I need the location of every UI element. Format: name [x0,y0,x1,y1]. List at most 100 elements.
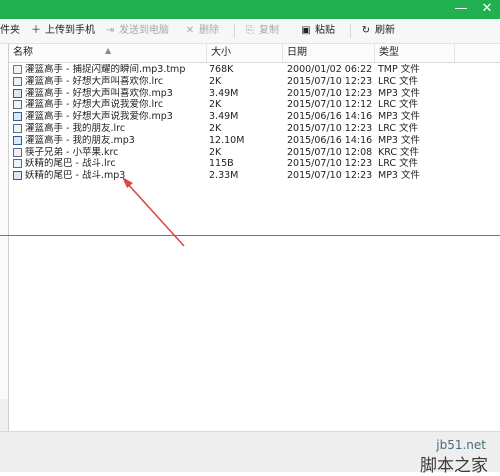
file-type: LRC 文件 [378,122,419,134]
plus-icon: ＋ [31,25,41,36]
close-icon: ✕ [481,1,493,16]
file-date: 2000/01/02 06:22 [287,64,373,75]
table-row[interactable]: 灌篮高手 - 好想大声叫喜欢你.lrc 2K 2015/07/10 12:23 … [9,76,500,88]
column-header-type[interactable]: 类型 [375,44,455,62]
column-header-name[interactable]: 名称 ▲ [9,44,207,62]
file-name: 妖精的尾巴 - 战斗.lrc [25,158,116,170]
file-name: 灌篮高手 - 捕捉闪耀的瞬间.mp3.tmp [25,64,186,75]
table-row[interactable]: 妖精的尾巴 - 战斗.lrc 115B 2015/07/10 12:23 LRC… [9,158,500,170]
table-row[interactable]: 筷子兄弟 - 小苹果.krc 2K 2015/07/10 12:08 KRC 文… [9,147,500,159]
file-icon [13,159,22,169]
paste-icon: ▣ [301,25,311,36]
delete-label: 删除 [199,25,219,36]
file-type: LRC 文件 [378,75,419,87]
file-size: 2K [209,99,222,111]
table-row[interactable]: 妖精的尾巴 - 战斗.mp3 2.33M 2015/07/10 12:23 MP… [9,170,500,182]
file-size: 12.10M [209,134,245,146]
delete-button[interactable]: ✕ 删除 [184,23,219,39]
minimize-button[interactable]: — [452,1,470,17]
file-type: LRC 文件 [378,99,419,111]
file-type: MP3 文件 [378,170,420,182]
file-name: 灌篮高手 - 我的朋友.lrc [25,122,126,134]
file-type: TMP 文件 [378,64,420,75]
file-icon [13,88,22,98]
column-header-date-label: 日期 [287,47,307,58]
file-name: 妖精的尾巴 - 战斗.mp3 [25,170,126,182]
folder-button[interactable]: 件夹 [0,23,20,39]
paste-label: 粘贴 [315,25,335,36]
file-name: 灌篮高手 - 我的朋友.mp3 [25,134,135,146]
file-icon [13,100,22,110]
copy-label: 复制 [259,25,279,36]
close-button[interactable]: ✕ [478,1,496,17]
toolbar-divider [350,24,351,38]
send-icon: ⇥ [105,25,115,36]
table-row[interactable]: 灌篮高手 - 捕捉闪耀的瞬间.mp3.tmp 768K 2000/01/02 0… [9,64,500,76]
column-header-type-label: 类型 [379,47,399,58]
file-date: 2015/07/10 12:23 [287,87,373,99]
file-icon [13,147,22,157]
file-date: 2015/07/10 12:23 [287,75,373,87]
file-icon [13,135,22,145]
minimize-icon: — [454,1,468,16]
file-rows: 灌篮高手 - 捕捉闪耀的瞬间.mp3.tmp 768K 2000/01/02 0… [9,64,500,182]
toolbar-divider [234,24,235,38]
column-header-name-label: 名称 [13,47,33,58]
file-type: KRC 文件 [378,146,420,158]
file-size: 3.49M [209,87,239,99]
refresh-button[interactable]: ↻ 刷新 [360,23,395,39]
send-to-pc-label: 发送到电脑 [119,25,169,36]
table-row[interactable]: 灌篮高手 - 好想大声说我爱你.lrc 2K 2015/07/10 12:12 … [9,99,500,111]
file-icon [13,123,22,133]
sort-up-icon: ▲ [105,46,112,55]
file-size: 115B [209,158,234,170]
file-size: 3.49M [209,111,239,123]
file-icon [13,171,22,181]
title-bar: — ✕ [0,0,500,19]
file-date: 2015/07/10 12:08 [287,146,373,158]
upload-to-phone-label: 上传到手机 [45,25,95,36]
file-type: MP3 文件 [378,111,420,123]
refresh-label: 刷新 [375,25,395,36]
folder-button-label: 件夹 [0,25,20,36]
watermark-brand: 脚本之家 [420,456,488,476]
copy-icon: ⎘ [246,25,254,36]
table-row[interactable]: 灌篮高手 - 好想大声叫喜欢你.mp3 3.49M 2015/07/10 12:… [9,88,500,100]
file-name: 筷子兄弟 - 小苹果.krc [25,146,119,158]
column-header-date[interactable]: 日期 [283,44,375,62]
file-icon [13,76,22,86]
paste-button[interactable]: ▣ 粘贴 [300,23,335,39]
file-size: 2K [209,75,222,87]
file-date: 2015/07/10 12:23 [287,170,373,182]
file-type: MP3 文件 [378,134,420,146]
file-size: 2K [209,122,222,134]
file-type: MP3 文件 [378,87,420,99]
file-date: 2015/06/16 14:16 [287,134,373,146]
file-icon [13,112,22,122]
upload-to-phone-button[interactable]: ＋ 上传到手机 [30,23,95,39]
file-name: 灌篮高手 - 好想大声说我爱你.lrc [25,99,164,111]
column-header-size-label: 大小 [211,47,231,58]
table-row[interactable]: 灌篮高手 - 我的朋友.lrc 2K 2015/07/10 12:23 LRC … [9,123,500,135]
toolbar: 件夹 ＋ 上传到手机 ⇥ 发送到电脑 ✕ 删除 ⎘ 复制 ▣ 粘贴 ↻ 刷新 [0,19,500,44]
folder-tree-pane[interactable] [0,44,9,459]
file-date: 2015/07/10 12:23 [287,122,373,134]
refresh-icon: ↻ [361,25,371,36]
file-icon [13,65,22,74]
copy-button[interactable]: ⎘ 复制 [244,23,279,39]
table-row[interactable]: 灌篮高手 - 我的朋友.mp3 12.10M 2015/06/16 14:16 … [9,135,500,147]
column-header-size[interactable]: 大小 [207,44,283,62]
watermark-site: jb51.net [436,438,486,452]
file-name: 灌篮高手 - 好想大声叫喜欢你.mp3 [25,87,173,99]
file-date: 2015/07/10 12:12 [287,99,373,111]
file-size: 768K [209,64,234,75]
file-list-header: 名称 ▲ 大小 日期 类型 [9,44,500,63]
file-date: 2015/06/16 14:16 [287,111,373,123]
file-size: 2.33M [209,170,239,182]
send-to-pc-button[interactable]: ⇥ 发送到电脑 [104,23,169,39]
file-date: 2015/07/10 12:23 [287,158,373,170]
table-row[interactable]: 灌篮高手 - 好想大声说我爱你.mp3 3.49M 2015/06/16 14:… [9,111,500,123]
file-list-pane: 名称 ▲ 大小 日期 类型 灌篮高手 - 捕捉闪耀的瞬间.mp3.tmp 768… [9,44,500,431]
annotation-line [0,235,500,236]
file-name: 灌篮高手 - 好想大声说我爱你.mp3 [25,111,173,123]
